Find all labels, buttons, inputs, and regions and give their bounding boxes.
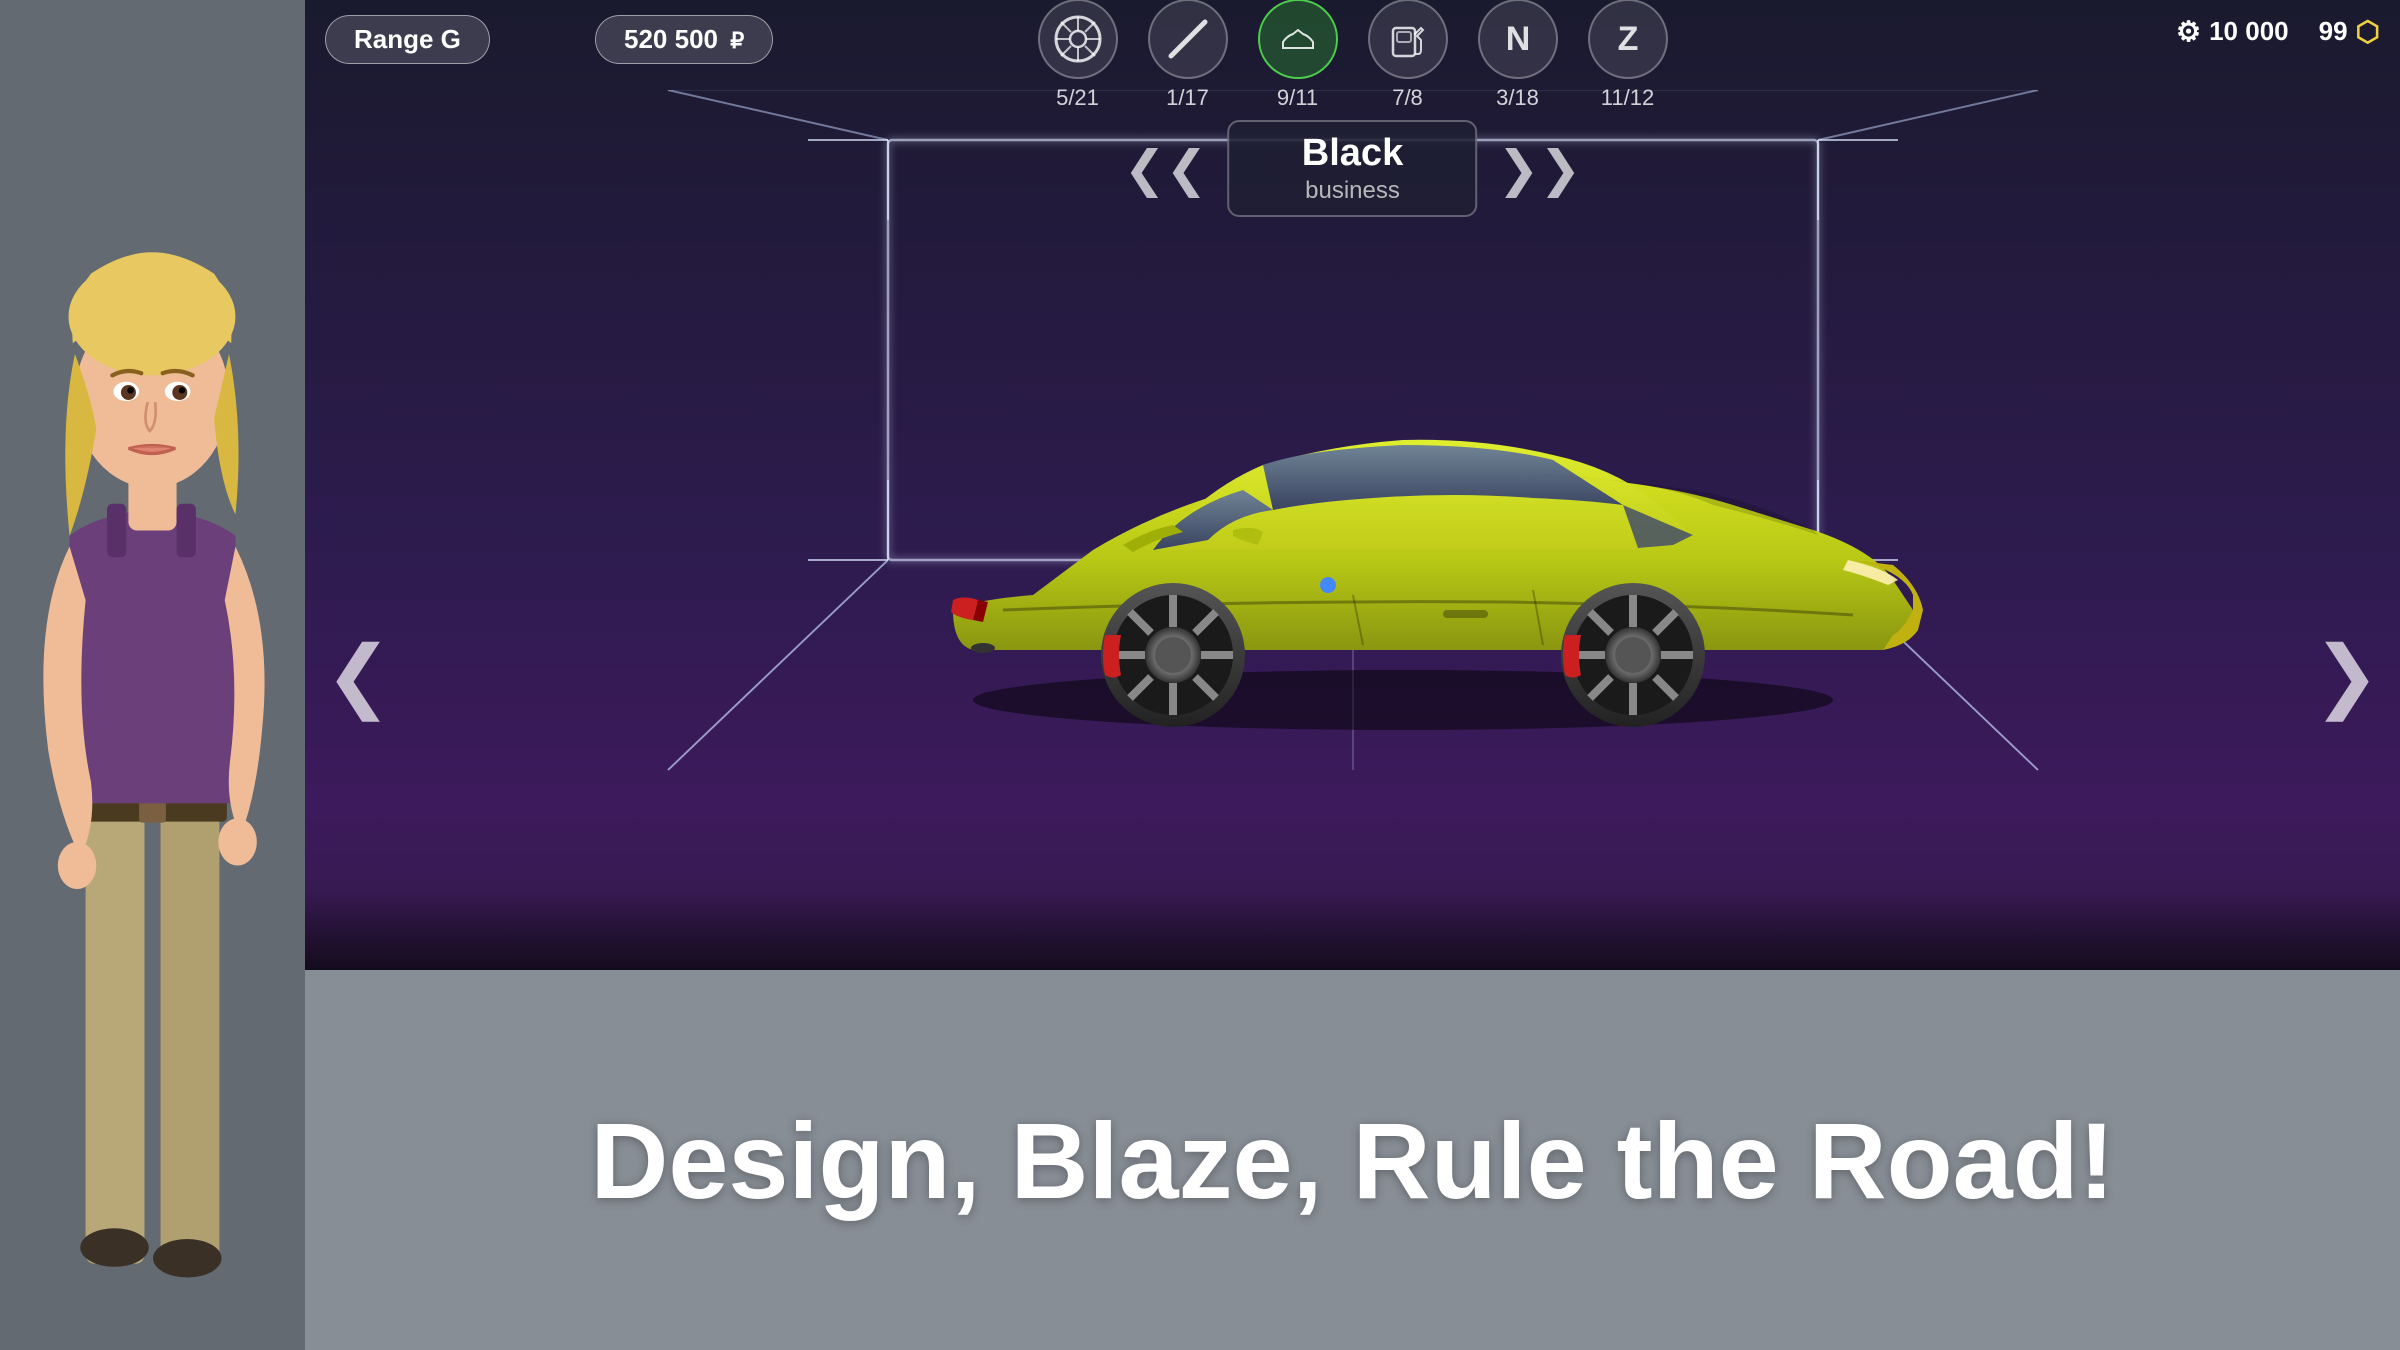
gas-label: 7/8: [1392, 85, 1423, 111]
z-badge-icon-circle: Z: [1588, 0, 1668, 79]
coins-value: 10 000: [2209, 16, 2289, 47]
color-prev-button[interactable]: ❮❮: [1124, 144, 1208, 194]
car-display: [703, 200, 2003, 780]
bottom-section: Design, Blaze, Rule the Road!: [305, 970, 2400, 1350]
color-next-button[interactable]: ❯❯: [1498, 144, 1582, 194]
currency-symbol: ₽: [730, 28, 744, 54]
wheels-icon-item[interactable]: 5/21: [1038, 0, 1118, 111]
customization-icons: 5/21 1/17: [1038, 0, 1668, 111]
gas-icon-item[interactable]: 7/8: [1368, 0, 1448, 111]
nav-next-button[interactable]: ❯: [2313, 629, 2380, 722]
stripe-icon-circle: [1148, 0, 1228, 79]
body-icon-item[interactable]: 9/11: [1258, 0, 1338, 111]
gems-value: 99: [2319, 16, 2348, 47]
coins-resource: ⚙ 10 000: [2176, 15, 2289, 48]
price-badge: 520 500 ₽: [595, 15, 773, 64]
z-badge-label: 11/12: [1601, 85, 1654, 111]
stripe-icon-item[interactable]: 1/17: [1148, 0, 1228, 111]
car-illustration: [753, 240, 1953, 740]
character-panel: [0, 0, 305, 1350]
n-badge-icon-circle: N: [1478, 0, 1558, 79]
svg-text:Z: Z: [1617, 20, 1638, 58]
character-illustration: [0, 0, 305, 1350]
resources-bar: ⚙ 10 000 99 ⬡: [2176, 15, 2380, 48]
color-name-box: Black business: [1228, 120, 1478, 217]
n-badge-label: 3/18: [1496, 85, 1539, 111]
wheels-label: 5/21: [1056, 85, 1099, 111]
range-badge: Range G: [325, 15, 490, 64]
gas-icon-circle: [1368, 0, 1448, 79]
color-name: Black: [1280, 132, 1426, 175]
gems-icon: ⬡: [2356, 15, 2380, 48]
range-label: Range G: [354, 24, 461, 54]
stripe-label: 1/17: [1166, 85, 1209, 111]
coins-icon: ⚙: [2176, 15, 2201, 48]
z-badge-icon-item[interactable]: Z 11/12: [1588, 0, 1668, 111]
gems-resource: 99 ⬡: [2319, 15, 2380, 48]
color-type: business: [1280, 177, 1426, 205]
game-area: Range G 520 500 ₽: [305, 0, 2400, 1350]
body-label: 9/11: [1277, 85, 1318, 111]
top-bar: Range G 520 500 ₽: [305, 0, 2400, 110]
tagline-text: Design, Blaze, Rule the Road!: [590, 1098, 2114, 1223]
body-icon-circle: [1258, 0, 1338, 79]
n-badge-icon-item[interactable]: N 3/18: [1478, 0, 1558, 111]
svg-text:N: N: [1505, 20, 1530, 58]
color-selector: ❮❮ Black business ❯❯: [1124, 120, 1582, 217]
wheels-icon-circle: [1038, 0, 1118, 79]
floor-gradient: [305, 890, 2400, 970]
nav-prev-button[interactable]: ❮: [325, 629, 392, 722]
price-value: 520 500: [624, 24, 718, 54]
